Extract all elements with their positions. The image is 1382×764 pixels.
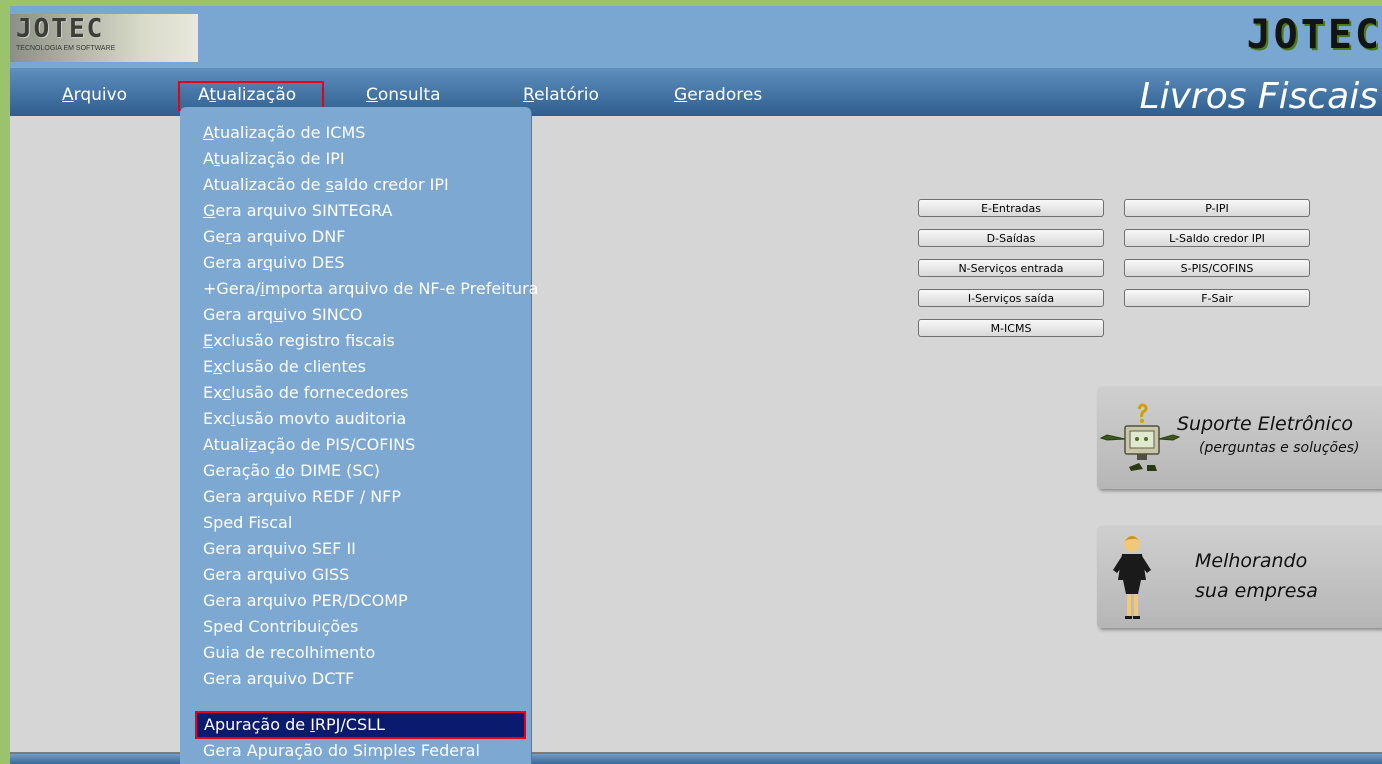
menu-item-exclusao-fornecedores[interactable]: Exclusão de fornecedores: [203, 383, 408, 403]
support-title: Suporte Eletrônico: [1177, 413, 1354, 435]
menu-item-dnf[interactable]: Gera arquivo DNF: [203, 227, 345, 247]
improve-line2: sua empresa: [1195, 580, 1318, 602]
menu-item-sped-fiscal[interactable]: Sped Fiscal: [203, 513, 292, 533]
menu-item-pis-cofins[interactable]: Atualização de PIS/COFINS: [203, 435, 415, 455]
menu-relatorio[interactable]: Relatório: [523, 85, 599, 105]
atualizacao-dropdown-menu: Atualização de ICMS Atualização de IPI A…: [180, 107, 538, 764]
menu-item-apuracao-irpj-csll[interactable]: Apuração de IRPJ/CSLL: [195, 711, 526, 739]
improve-panel[interactable]: Melhorando sua empresa: [1097, 526, 1382, 628]
app-title: Livros Fiscais: [1139, 76, 1378, 117]
btn-sair[interactable]: F-Sair: [1124, 289, 1310, 307]
brand-logo-right: JOTEC: [1246, 12, 1382, 58]
menu-item-guia-recolhimento[interactable]: Guia de recolhimento: [203, 643, 375, 663]
btn-servicos-entrada[interactable]: N-Serviços entrada: [918, 259, 1104, 277]
menu-item-redf-nfp[interactable]: Gera arquivo REDF / NFP: [203, 487, 401, 507]
menu-item-exclusao-auditoria[interactable]: Exclusão movto auditoria: [203, 409, 406, 429]
improve-line1: Melhorando: [1195, 550, 1308, 572]
menu-item-des[interactable]: Gera arquivo DES: [203, 253, 344, 273]
menu-item-giss[interactable]: Gera arquivo GISS: [203, 565, 349, 585]
logo-subtitle: TECNOLOGIA EM SOFTWARE: [16, 45, 116, 52]
support-computer-icon: [1099, 403, 1181, 471]
btn-entradas[interactable]: E-Entradas: [918, 199, 1104, 217]
btn-ipi[interactable]: P-IPI: [1124, 199, 1310, 217]
menu-item-apuracao-label: Apuração de IRPJ/CSLL: [204, 715, 385, 734]
menu-item-simples-federal[interactable]: Gera Apuração do Simples Federal: [203, 741, 480, 761]
menu-item-sped-contribuicoes[interactable]: Sped Contribuições: [203, 617, 358, 637]
btn-saidas[interactable]: D-Saídas: [918, 229, 1104, 247]
menu-item-sinco[interactable]: Gera arquivo SINCO: [203, 305, 363, 325]
header-bar: [10, 6, 1382, 68]
support-subtitle: (perguntas e soluções): [1199, 440, 1360, 456]
btn-saldo-credor-ipi[interactable]: L-Saldo credor IPI: [1124, 229, 1310, 247]
menu-item-per-dcomp[interactable]: Gera arquivo PER/DCOMP: [203, 591, 408, 611]
btn-servicos-saida[interactable]: I-Serviços saída: [918, 289, 1104, 307]
menu-arquivo[interactable]: Arquivo: [62, 85, 127, 105]
menu-item-dime[interactable]: Geração do DIME (SC): [203, 461, 380, 481]
menu-item-nfe-prefeitura[interactable]: +Gera/importa arquivo de NF-e Prefeitura: [203, 279, 538, 299]
menu-item-exclusao-clientes[interactable]: Exclusão de clientes: [203, 357, 366, 377]
menu-item-dctf[interactable]: Gera arquivo DCTF: [203, 669, 354, 689]
menu-item-atualizacao-ipi[interactable]: Atualização de IPI: [203, 149, 345, 169]
menu-item-sintegra[interactable]: Gera arquivo SINTEGRA: [203, 201, 392, 221]
menu-item-exclusao-registro[interactable]: Exclusão registro fiscais: [203, 331, 395, 351]
support-panel[interactable]: Suporte Eletrônico (perguntas e soluções…: [1097, 387, 1382, 489]
menu-geradores[interactable]: Geradores: [674, 85, 762, 105]
businesswoman-icon: [1113, 536, 1151, 619]
logo-text: JOTEC: [16, 14, 105, 44]
btn-icms[interactable]: M-ICMS: [918, 319, 1104, 337]
menu-item-sef-ii[interactable]: Gera arquivo SEF II: [203, 539, 356, 559]
btn-pis-cofins[interactable]: S-PIS/COFINS: [1124, 259, 1310, 277]
window-left-border: [0, 0, 10, 764]
menu-item-saldo-credor-ipi[interactable]: Atualizacão de saldo credor IPI: [203, 175, 449, 195]
menu-consulta[interactable]: Consulta: [366, 85, 441, 105]
menu-item-atualizacao-icms[interactable]: Atualização de ICMS: [203, 123, 365, 143]
jotec-logo: JOTEC TECNOLOGIA EM SOFTWARE: [10, 14, 198, 62]
